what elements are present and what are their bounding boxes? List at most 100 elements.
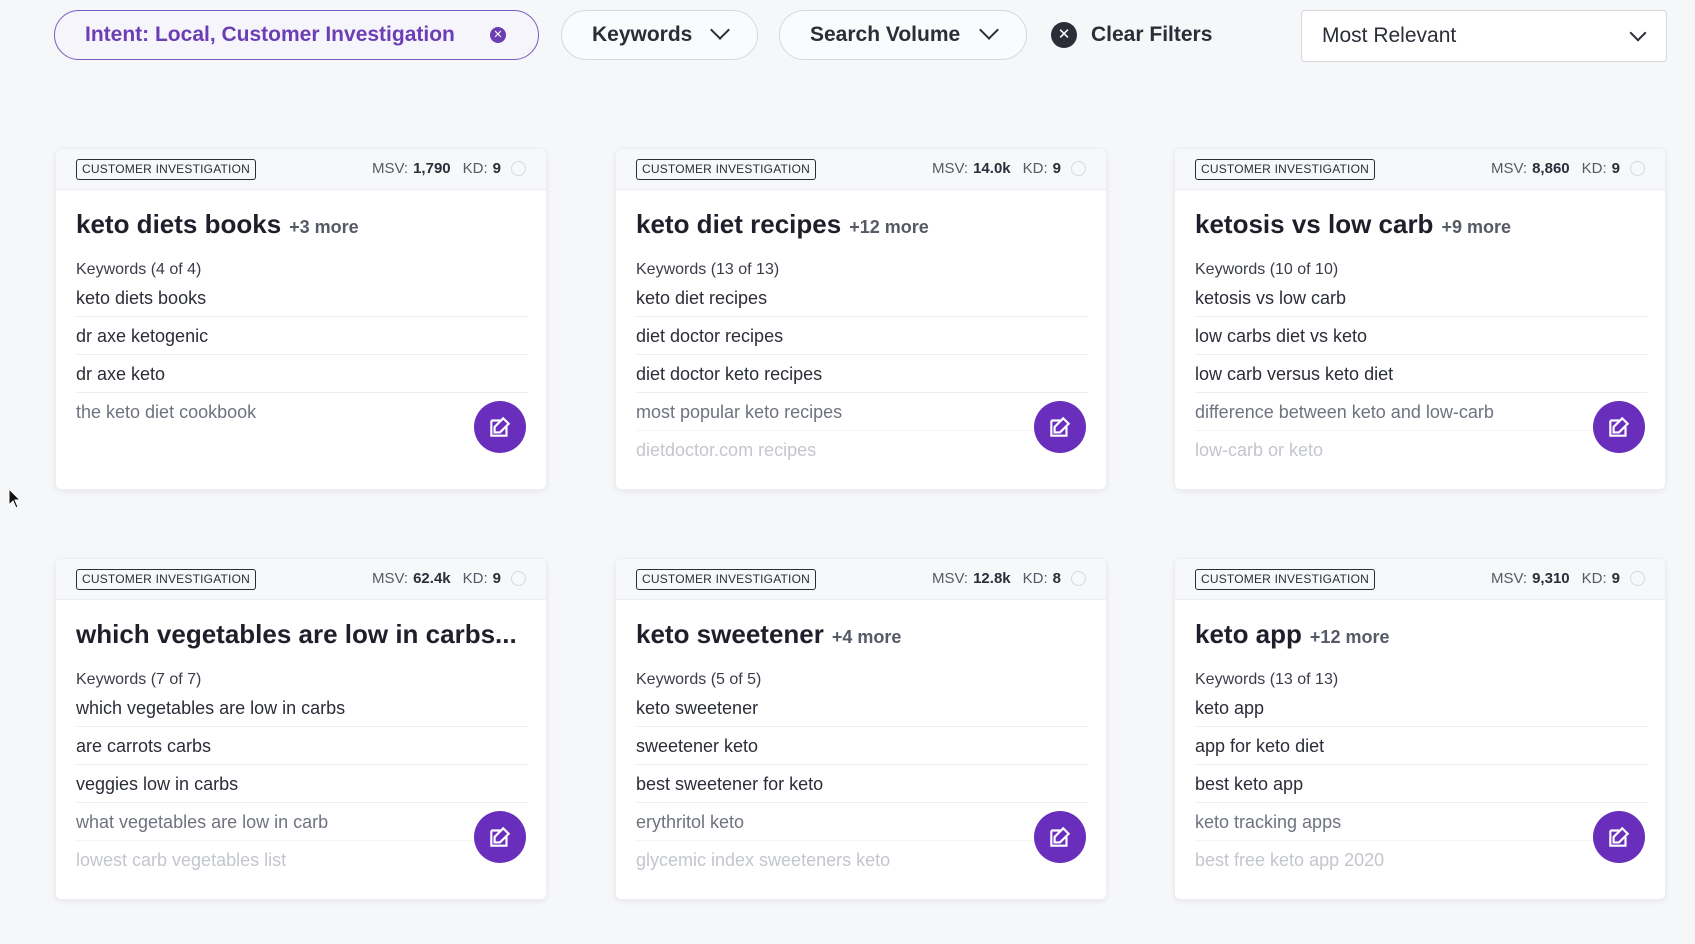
card-title[interactable]: keto diets books +3 more — [76, 209, 359, 240]
card-title[interactable]: keto sweetener +4 more — [636, 619, 901, 650]
keyword-list: keto app app for keto diet best keto app… — [1195, 689, 1647, 878]
keyword-item: best keto app — [1195, 765, 1647, 803]
keyword-list: keto diets books dr axe ketogenic dr axe… — [76, 279, 528, 430]
keywords-count: Keywords (13 of 13) — [636, 261, 780, 278]
kd-label: KD: — [1581, 160, 1607, 177]
more-count: +9 more — [1441, 217, 1511, 237]
keyword-item: lowest carb vegetables list — [76, 850, 287, 870]
msv-value: 9,310 — [1532, 570, 1570, 587]
keyword-item: the keto diet cookbook — [76, 402, 257, 422]
intent-badge: CUSTOMER INVESTIGATION — [636, 569, 816, 590]
keywords-count: Keywords (4 of 4) — [76, 261, 202, 278]
more-count: +12 more — [1309, 627, 1390, 647]
filter-bar: Intent: Local, Customer Investigation ✕ … — [0, 0, 1695, 80]
kd-value: 9 — [1052, 160, 1061, 177]
edit-icon — [1609, 826, 1630, 847]
edit-button[interactable] — [474, 811, 526, 863]
select-radio[interactable] — [1071, 571, 1086, 586]
keyword-item: what vegetables are low in carb — [76, 803, 528, 841]
keyword-item: diet doctor keto recipes — [636, 355, 1088, 393]
edit-button[interactable] — [1034, 401, 1086, 453]
keyword-list: ketosis vs low carb low carbs diet vs ke… — [1195, 279, 1647, 468]
select-radio[interactable] — [1630, 161, 1645, 176]
card-title-text: keto app — [1195, 619, 1302, 649]
cursor-icon — [8, 488, 22, 509]
search-volume-filter-dropdown[interactable]: Search Volume — [779, 10, 1027, 60]
intent-badge: CUSTOMER INVESTIGATION — [1195, 159, 1375, 180]
keyword-item: dr axe ketogenic — [76, 317, 528, 355]
msv-value: 14.0k — [973, 160, 1011, 177]
keyword-item: best free keto app 2020 — [1195, 850, 1385, 870]
keyword-item: low carb versus keto diet — [1195, 355, 1647, 393]
card-title[interactable]: keto app +12 more — [1195, 619, 1389, 650]
card-metrics: MSV: 14.0k KD: 9 — [932, 160, 1086, 177]
kd-label: KD: — [462, 160, 488, 177]
more-count: +3 more — [289, 217, 359, 237]
card-metrics: MSV: 12.8k KD: 8 — [932, 570, 1086, 587]
keyword-item: keto app — [1195, 689, 1647, 727]
keyword-item: diet doctor recipes — [636, 317, 1088, 355]
edit-icon — [1050, 826, 1071, 847]
card-metrics: MSV: 8,860 KD: 9 — [1491, 160, 1645, 177]
topic-card: CUSTOMER INVESTIGATION MSV: 12.8k KD: 8 ke… — [615, 558, 1107, 900]
keyword-item: low carbs diet vs keto — [1195, 317, 1647, 355]
topic-card: CUSTOMER INVESTIGATION MSV: 1,790 KD: 9 ke… — [55, 148, 547, 490]
topic-card: CUSTOMER INVESTIGATION MSV: 62.4k KD: 9 wh… — [55, 558, 547, 900]
keyword-item: erythritol keto — [636, 803, 1088, 841]
more-count: +12 more — [849, 217, 929, 237]
msv-label: MSV: — [1490, 160, 1528, 177]
clear-filters-button[interactable]: ✕ Clear Filters — [1051, 22, 1212, 48]
card-header: CUSTOMER INVESTIGATION MSV: 1,790 KD: 9 — [56, 149, 546, 190]
keyword-item: are carrots carbs — [76, 727, 528, 765]
intent-badge: CUSTOMER INVESTIGATION — [636, 159, 816, 180]
remove-filter-icon[interactable]: ✕ — [490, 27, 506, 43]
intent-badge: CUSTOMER INVESTIGATION — [1195, 569, 1375, 590]
keyword-item: best sweetener for keto — [636, 765, 1088, 803]
edit-button[interactable] — [474, 401, 526, 453]
edit-icon — [1609, 416, 1630, 437]
topic-card: CUSTOMER INVESTIGATION MSV: 9,310 KD: 9 ke… — [1174, 558, 1666, 900]
card-metrics: MSV: 62.4k KD: 9 — [372, 570, 526, 587]
topic-card: CUSTOMER INVESTIGATION MSV: 8,860 KD: 9 ke… — [1174, 148, 1666, 490]
card-title-text: keto sweetener — [636, 619, 824, 649]
edit-button[interactable] — [1593, 401, 1645, 453]
card-title[interactable]: which vegetables are low in carbs... — [76, 619, 525, 650]
card-header: CUSTOMER INVESTIGATION MSV: 62.4k KD: 9 — [56, 559, 546, 600]
search-volume-filter-label: Search Volume — [810, 23, 961, 46]
keyword-item: difference between keto and low-carb — [1195, 393, 1647, 431]
sort-select[interactable]: Most Relevant — [1301, 10, 1667, 62]
intent-badge: CUSTOMER INVESTIGATION — [76, 159, 256, 180]
more-count: +4 more — [831, 627, 902, 647]
sort-select-value: Most Relevant — [1322, 24, 1457, 47]
keyword-item: which vegetables are low in carbs — [76, 689, 528, 727]
edit-button[interactable] — [1593, 811, 1645, 863]
card-metrics: MSV: 9,310 KD: 9 — [1491, 570, 1645, 587]
keyword-item: dr axe keto — [76, 355, 528, 393]
kd-value: 9 — [1611, 160, 1620, 177]
card-header: CUSTOMER INVESTIGATION MSV: 8,860 KD: 9 — [1175, 149, 1665, 190]
keyword-list: keto sweetener sweetener keto best sweet… — [636, 689, 1088, 878]
msv-label: MSV: — [931, 570, 969, 587]
keywords-filter-dropdown[interactable]: Keywords — [561, 10, 758, 60]
keyword-item: keto sweetener — [636, 689, 1088, 727]
card-header: CUSTOMER INVESTIGATION MSV: 12.8k KD: 8 — [616, 559, 1106, 600]
card-title[interactable]: keto diet recipes +12 more — [636, 209, 929, 240]
intent-filter-chip[interactable]: Intent: Local, Customer Investigation ✕ — [54, 10, 539, 60]
keyword-item: keto tracking apps — [1195, 803, 1647, 841]
keywords-filter-label: Keywords — [592, 23, 693, 46]
select-radio[interactable] — [1630, 571, 1645, 586]
card-title-text: which vegetables are low in carbs... — [76, 619, 517, 649]
select-radio[interactable] — [1071, 161, 1086, 176]
msv-label: MSV: — [931, 160, 969, 177]
close-icon: ✕ — [1051, 22, 1077, 48]
edit-button[interactable] — [1034, 811, 1086, 863]
select-radio[interactable] — [511, 161, 526, 176]
card-title[interactable]: ketosis vs low carb +9 more — [1195, 209, 1511, 240]
msv-label: MSV: — [371, 570, 409, 587]
card-metrics: MSV: 1,790 KD: 9 — [372, 160, 526, 177]
select-radio[interactable] — [511, 571, 526, 586]
keyword-item: app for keto diet — [1195, 727, 1647, 765]
keyword-item: keto diet recipes — [636, 279, 1088, 317]
keyword-item: veggies low in carbs — [76, 765, 528, 803]
edit-icon — [1050, 416, 1071, 437]
